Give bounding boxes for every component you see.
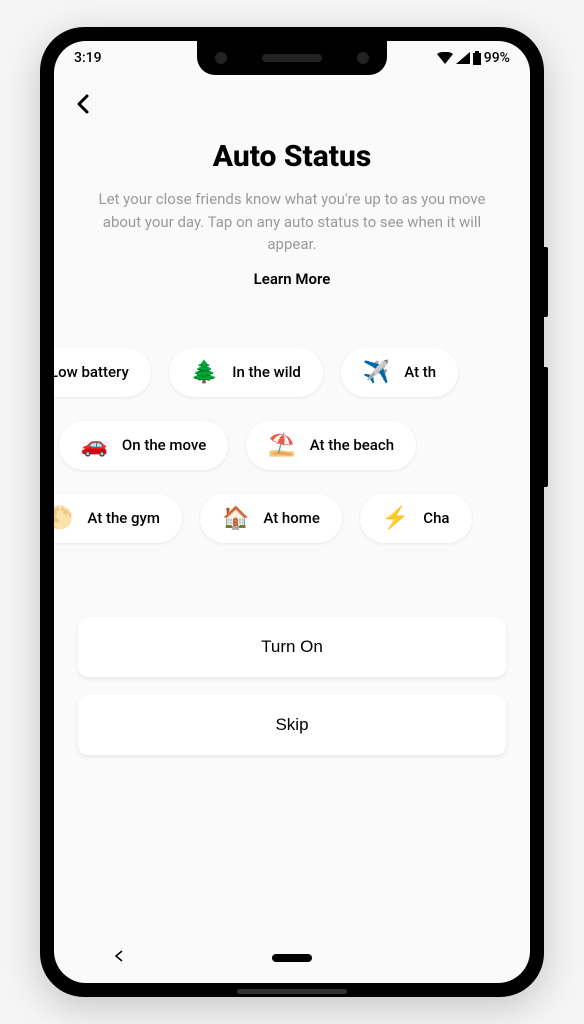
chip-label: At the beach — [310, 436, 394, 454]
learn-more-link[interactable]: Learn More — [54, 270, 530, 288]
status-chip-at-home[interactable]: 🏠 At home — [200, 494, 342, 543]
chip-row: 🌕 At the gym 🏠 At home ⚡ Cha — [54, 494, 530, 543]
speaker-grille — [237, 989, 347, 994]
earpiece — [262, 54, 322, 62]
signal-icon — [456, 52, 470, 64]
battery-icon — [473, 51, 481, 65]
status-chip-at-the-beach[interactable]: ⛱️ At the beach — [246, 421, 416, 470]
tree-icon: 🌲 — [191, 360, 218, 385]
side-button — [544, 367, 548, 487]
nav-home-pill[interactable] — [272, 954, 312, 962]
battery-percent: 99% — [484, 50, 510, 66]
page-subtitle: Let your close friends know what you're … — [94, 188, 490, 256]
phone-frame: 3:19 99% Auto Status Let your close frie… — [40, 27, 544, 997]
chip-label: Cha — [423, 509, 449, 527]
status-chip-low-battery[interactable]: Low battery — [54, 348, 151, 397]
chevron-left-icon — [74, 94, 94, 114]
gym-icon: 🌕 — [54, 506, 73, 531]
status-time: 3:19 — [74, 50, 102, 66]
notch — [197, 41, 387, 75]
bolt-icon: ⚡ — [382, 506, 409, 531]
page-title: Auto Status — [54, 139, 530, 174]
chip-label: At the gym — [87, 509, 160, 527]
chip-label: In the wild — [232, 363, 301, 381]
skip-button[interactable]: Skip — [78, 695, 506, 755]
camera-icon — [215, 52, 227, 64]
android-nav-bar — [54, 933, 530, 983]
status-chip-at-the-gym[interactable]: 🌕 At the gym — [54, 494, 182, 543]
status-chips: Low battery 🌲 In the wild ✈️ At th g 🚗 — [54, 348, 530, 567]
status-chip-airport[interactable]: ✈️ At th — [341, 348, 458, 397]
chip-row: Low battery 🌲 In the wild ✈️ At th — [54, 348, 530, 397]
status-chip-on-the-move[interactable]: 🚗 On the move — [59, 421, 229, 470]
chip-row: g 🚗 On the move ⛱️ At the beach — [54, 421, 530, 470]
chip-label: At th — [404, 363, 436, 381]
nav-back-button[interactable] — [114, 950, 124, 966]
turn-on-button[interactable]: Turn On — [78, 617, 506, 677]
chip-label: At home — [263, 509, 320, 527]
status-chip-charging[interactable]: ⚡ Cha — [360, 494, 472, 543]
action-buttons: Turn On Skip — [54, 617, 530, 755]
chevron-left-icon — [114, 950, 124, 962]
house-icon: 🏠 — [222, 506, 249, 531]
side-button — [544, 247, 548, 317]
car-icon: 🚗 — [81, 433, 108, 458]
chip-label: Low battery — [54, 363, 129, 381]
back-button[interactable] — [74, 91, 94, 121]
status-icons: 99% — [437, 50, 510, 66]
chip-label: On the move — [122, 436, 206, 454]
screen: 3:19 99% Auto Status Let your close frie… — [54, 41, 530, 983]
status-chip-in-the-wild[interactable]: 🌲 In the wild — [169, 348, 323, 397]
wifi-icon — [437, 52, 453, 64]
airplane-icon: ✈️ — [363, 360, 390, 385]
camera-icon — [357, 52, 369, 64]
beach-icon: ⛱️ — [268, 433, 295, 458]
